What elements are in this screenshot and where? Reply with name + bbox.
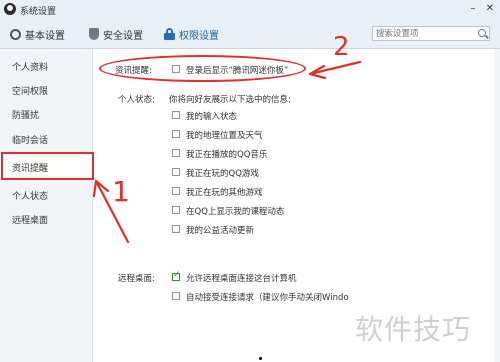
qq-penguin-icon xyxy=(4,3,16,15)
sidebar-item-label: 远程桌面 xyxy=(12,216,49,226)
sidebar-item-label: 空间权限 xyxy=(12,87,49,97)
tab-label: 基本设置 xyxy=(25,30,65,42)
sidebar-item-remote-desktop[interactable]: 远程桌面 xyxy=(0,208,92,228)
status-option-checkbox[interactable] xyxy=(172,168,180,176)
sidebar-item-label: 个人状态 xyxy=(12,192,49,202)
status-option-checkbox[interactable] xyxy=(172,130,180,138)
annotation-number-1: 1 xyxy=(112,175,130,208)
annotation-number-2: 2 xyxy=(333,32,350,62)
close-button[interactable]: ✕ xyxy=(483,2,497,16)
highlight-box xyxy=(1,152,94,180)
status-option-label: 我的输入状态 xyxy=(186,112,238,122)
sidebar-item-label: 防骚扰 xyxy=(12,111,40,121)
sidebar-item-label: 个人资料 xyxy=(12,63,49,73)
sidebar-item-anti-harassment[interactable]: 防骚扰 xyxy=(0,103,92,123)
highlight-ellipse xyxy=(99,55,306,82)
auto-accept-option-label: 自动接受连接请求（建议你手动关闭Windo xyxy=(186,293,349,303)
personal-status-label: 个人状态: xyxy=(118,95,155,105)
status-option-label: 在QQ上显示我的课程动态 xyxy=(186,207,285,217)
status-option-label: 我的地理位置及天气 xyxy=(186,131,263,141)
sidebar-item-profile[interactable]: 个人资料 xyxy=(0,55,92,75)
status-option-label: 我的公益活动更新 xyxy=(186,226,255,236)
allow-remote-option-label: 允许远程桌面连接这台计算机 xyxy=(186,274,297,284)
watermark-text: 软件技巧 xyxy=(355,313,472,346)
arrow-head-2 xyxy=(308,64,327,80)
arrow-line-2 xyxy=(308,60,362,76)
sidebar: 个人资料 空间权限 防骚扰 临时会话 资讯提醒 个人状态 远程桌面 xyxy=(0,49,93,362)
auto-accept-checkbox[interactable] xyxy=(172,292,180,300)
allow-remote-checkbox[interactable] xyxy=(172,270,181,281)
status-option-label: 我正在玩的其他游戏 xyxy=(186,188,263,198)
sidebar-item-space-permission[interactable]: 空间权限 xyxy=(0,79,92,99)
content-scrollbar[interactable] xyxy=(494,49,500,362)
shield-icon xyxy=(89,28,99,40)
settings-window: 系统设置 – ✕ 基本设置 安全设置 权限设置 个人资料 空间权限 防骚扰 临时… xyxy=(0,0,500,362)
status-option-checkbox[interactable] xyxy=(172,149,180,157)
tab-security-settings[interactable]: 安全设置 xyxy=(89,26,143,42)
artifact-dot xyxy=(259,357,262,360)
sidebar-item-temp-chat[interactable]: 临时会话 xyxy=(0,128,92,148)
sidebar-item-personal-status[interactable]: 个人状态 xyxy=(0,184,92,204)
search-box xyxy=(372,26,490,41)
search-input[interactable] xyxy=(376,27,472,40)
window-title: 系统设置 xyxy=(20,7,57,17)
status-option-checkbox[interactable] xyxy=(172,225,180,233)
search-icon[interactable] xyxy=(478,29,486,37)
personal-status-description: 你将向好友展示以下选中的信息: xyxy=(169,95,291,105)
status-option-label: 我正在播放的QQ音乐 xyxy=(186,150,268,160)
arrow-head-1 xyxy=(92,179,110,198)
status-option-checkbox[interactable] xyxy=(172,206,180,214)
lock-icon xyxy=(164,28,175,40)
status-option-label: 我正在玩的QQ游戏 xyxy=(186,169,259,179)
tab-permission-settings[interactable]: 权限设置 xyxy=(164,26,219,42)
tab-label: 权限设置 xyxy=(179,30,219,42)
sidebar-item-label: 临时会话 xyxy=(12,136,49,146)
tab-basic-settings[interactable]: 基本设置 xyxy=(10,26,65,42)
status-option-checkbox[interactable] xyxy=(172,111,180,119)
gear-icon xyxy=(10,28,21,40)
title-bar: 系统设置 – ✕ xyxy=(0,0,500,20)
status-option-checkbox[interactable] xyxy=(172,187,180,195)
remote-desktop-label: 远程桌面: xyxy=(118,274,155,284)
minimize-button[interactable]: – xyxy=(466,2,480,16)
tab-label: 安全设置 xyxy=(103,30,143,42)
